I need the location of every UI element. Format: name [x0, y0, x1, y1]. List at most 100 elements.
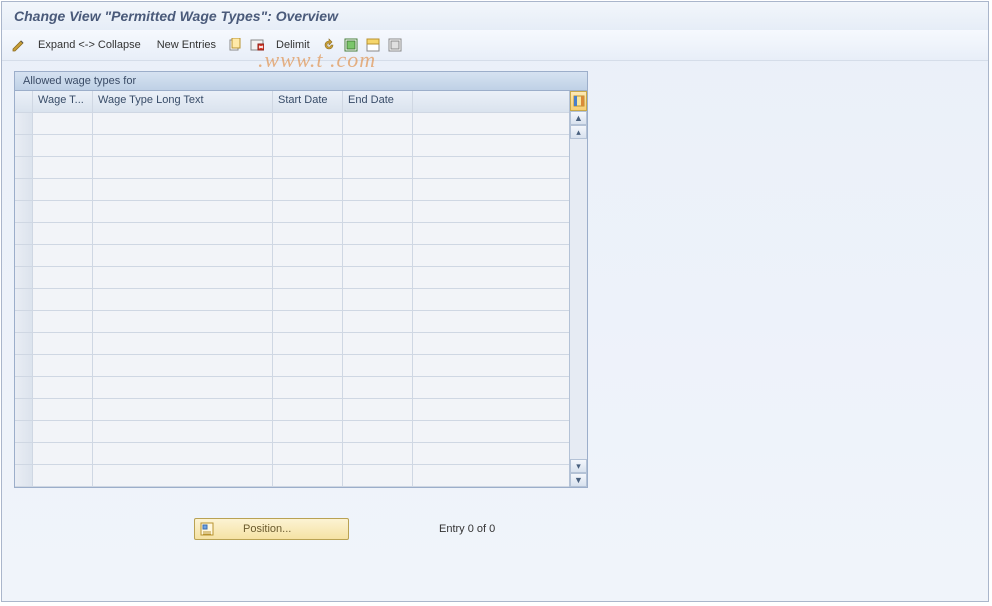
row-select-handle[interactable] [15, 289, 33, 310]
cell-start-date[interactable] [273, 333, 343, 354]
row-select-handle[interactable] [15, 355, 33, 376]
cell-start-date[interactable] [273, 135, 343, 156]
scroll-top-icon[interactable]: ▲ [570, 111, 587, 125]
cell-start-date[interactable] [273, 223, 343, 244]
cell-wage-type[interactable] [33, 135, 93, 156]
cell-start-date[interactable] [273, 421, 343, 442]
cell-start-date[interactable] [273, 201, 343, 222]
row-select-handle[interactable] [15, 157, 33, 178]
cell-start-date[interactable] [273, 113, 343, 134]
cell-long-text[interactable] [93, 465, 273, 486]
cell-start-date[interactable] [273, 289, 343, 310]
cell-wage-type[interactable] [33, 201, 93, 222]
row-select-handle[interactable] [15, 311, 33, 332]
cell-end-date[interactable] [343, 223, 413, 244]
position-button[interactable]: Position... [194, 518, 349, 540]
col-header-wage-type[interactable]: Wage T... [33, 91, 93, 112]
cell-long-text[interactable] [93, 399, 273, 420]
cell-wage-type[interactable] [33, 355, 93, 376]
cell-wage-type[interactable] [33, 245, 93, 266]
cell-long-text[interactable] [93, 223, 273, 244]
cell-start-date[interactable] [273, 355, 343, 376]
undo-icon[interactable] [320, 36, 338, 54]
cell-long-text[interactable] [93, 333, 273, 354]
cell-wage-type[interactable] [33, 267, 93, 288]
cell-end-date[interactable] [343, 289, 413, 310]
deselect-all-icon[interactable] [386, 36, 404, 54]
cell-end-date[interactable] [343, 267, 413, 288]
row-select-handle[interactable] [15, 135, 33, 156]
cell-wage-type[interactable] [33, 223, 93, 244]
cell-end-date[interactable] [343, 113, 413, 134]
row-select-handle[interactable] [15, 399, 33, 420]
scroll-down-icon[interactable]: ▾ [570, 459, 587, 473]
cell-end-date[interactable] [343, 399, 413, 420]
cell-end-date[interactable] [343, 355, 413, 376]
cell-end-date[interactable] [343, 443, 413, 464]
delimit-button[interactable]: Delimit [270, 37, 316, 53]
cell-start-date[interactable] [273, 157, 343, 178]
select-all-icon[interactable] [342, 36, 360, 54]
cell-wage-type[interactable] [33, 465, 93, 486]
cell-start-date[interactable] [273, 179, 343, 200]
cell-end-date[interactable] [343, 201, 413, 222]
cell-start-date[interactable] [273, 399, 343, 420]
cell-long-text[interactable] [93, 157, 273, 178]
cell-long-text[interactable] [93, 289, 273, 310]
cell-wage-type[interactable] [33, 311, 93, 332]
cell-end-date[interactable] [343, 333, 413, 354]
row-select-handle[interactable] [15, 113, 33, 134]
cell-long-text[interactable] [93, 311, 273, 332]
cell-wage-type[interactable] [33, 157, 93, 178]
cell-start-date[interactable] [273, 311, 343, 332]
cell-long-text[interactable] [93, 355, 273, 376]
cell-long-text[interactable] [93, 421, 273, 442]
cell-wage-type[interactable] [33, 421, 93, 442]
scroll-bottom-icon[interactable]: ▼ [570, 473, 587, 487]
cell-end-date[interactable] [343, 421, 413, 442]
cell-end-date[interactable] [343, 157, 413, 178]
row-select-handle[interactable] [15, 267, 33, 288]
row-select-handle[interactable] [15, 223, 33, 244]
toggle-change-icon[interactable] [10, 36, 28, 54]
cell-start-date[interactable] [273, 267, 343, 288]
cell-wage-type[interactable] [33, 399, 93, 420]
new-entries-button[interactable]: New Entries [151, 37, 222, 53]
cell-wage-type[interactable] [33, 289, 93, 310]
col-header-long-text[interactable]: Wage Type Long Text [93, 91, 273, 112]
cell-long-text[interactable] [93, 245, 273, 266]
cell-long-text[interactable] [93, 201, 273, 222]
col-header-start-date[interactable]: Start Date [273, 91, 343, 112]
cell-long-text[interactable] [93, 443, 273, 464]
cell-start-date[interactable] [273, 245, 343, 266]
row-select-handle[interactable] [15, 333, 33, 354]
cell-end-date[interactable] [343, 135, 413, 156]
cell-start-date[interactable] [273, 377, 343, 398]
select-all-rows-handle[interactable] [15, 91, 33, 112]
cell-long-text[interactable] [93, 113, 273, 134]
cell-end-date[interactable] [343, 245, 413, 266]
cell-end-date[interactable] [343, 311, 413, 332]
cell-start-date[interactable] [273, 465, 343, 486]
row-select-handle[interactable] [15, 465, 33, 486]
cell-long-text[interactable] [93, 135, 273, 156]
select-block-icon[interactable] [364, 36, 382, 54]
copy-icon[interactable] [226, 36, 244, 54]
cell-long-text[interactable] [93, 267, 273, 288]
row-select-handle[interactable] [15, 443, 33, 464]
row-select-handle[interactable] [15, 201, 33, 222]
cell-start-date[interactable] [273, 443, 343, 464]
cell-end-date[interactable] [343, 465, 413, 486]
col-header-end-date[interactable]: End Date [343, 91, 413, 112]
row-select-handle[interactable] [15, 377, 33, 398]
cell-wage-type[interactable] [33, 443, 93, 464]
configure-columns-icon[interactable] [570, 91, 587, 111]
scroll-up-icon[interactable]: ▴ [570, 125, 587, 139]
cell-wage-type[interactable] [33, 179, 93, 200]
cell-wage-type[interactable] [33, 333, 93, 354]
cell-end-date[interactable] [343, 179, 413, 200]
cell-long-text[interactable] [93, 377, 273, 398]
cell-long-text[interactable] [93, 179, 273, 200]
scroll-track[interactable] [570, 139, 587, 459]
cell-wage-type[interactable] [33, 113, 93, 134]
